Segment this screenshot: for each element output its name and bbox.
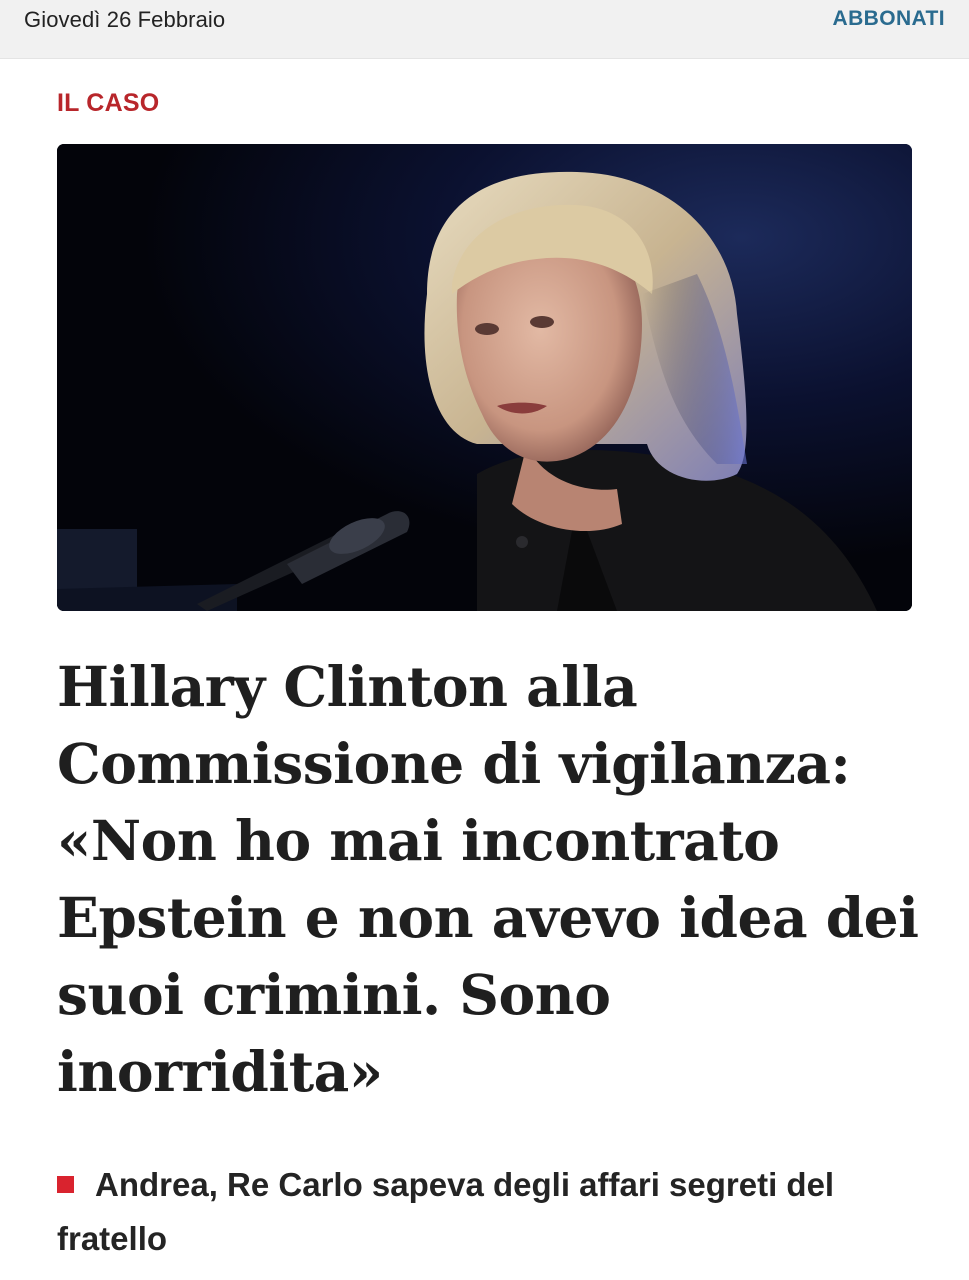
related-article-title: Andrea, Re Carlo sapeva degli affari seg…	[57, 1166, 835, 1257]
related-article-link[interactable]: Andrea, Re Carlo sapeva degli affari seg…	[57, 1158, 917, 1266]
subscribe-link[interactable]: ABBONATI	[833, 7, 945, 31]
speaker-photo	[57, 144, 912, 611]
red-square-bullet-icon	[57, 1176, 74, 1193]
top-bar: Giovedì 26 Febbraio ABBONATI	[0, 0, 969, 59]
article-page: Giovedì 26 Febbraio ABBONATI IL CASO Hil…	[0, 0, 969, 1280]
article-headline[interactable]: Hillary Clinton alla Commissione di vigi…	[57, 648, 937, 1110]
current-date: Giovedì 26 Febbraio	[24, 7, 226, 32]
article-hero-image[interactable]	[57, 144, 912, 611]
article-kicker: IL CASO	[57, 89, 160, 117]
